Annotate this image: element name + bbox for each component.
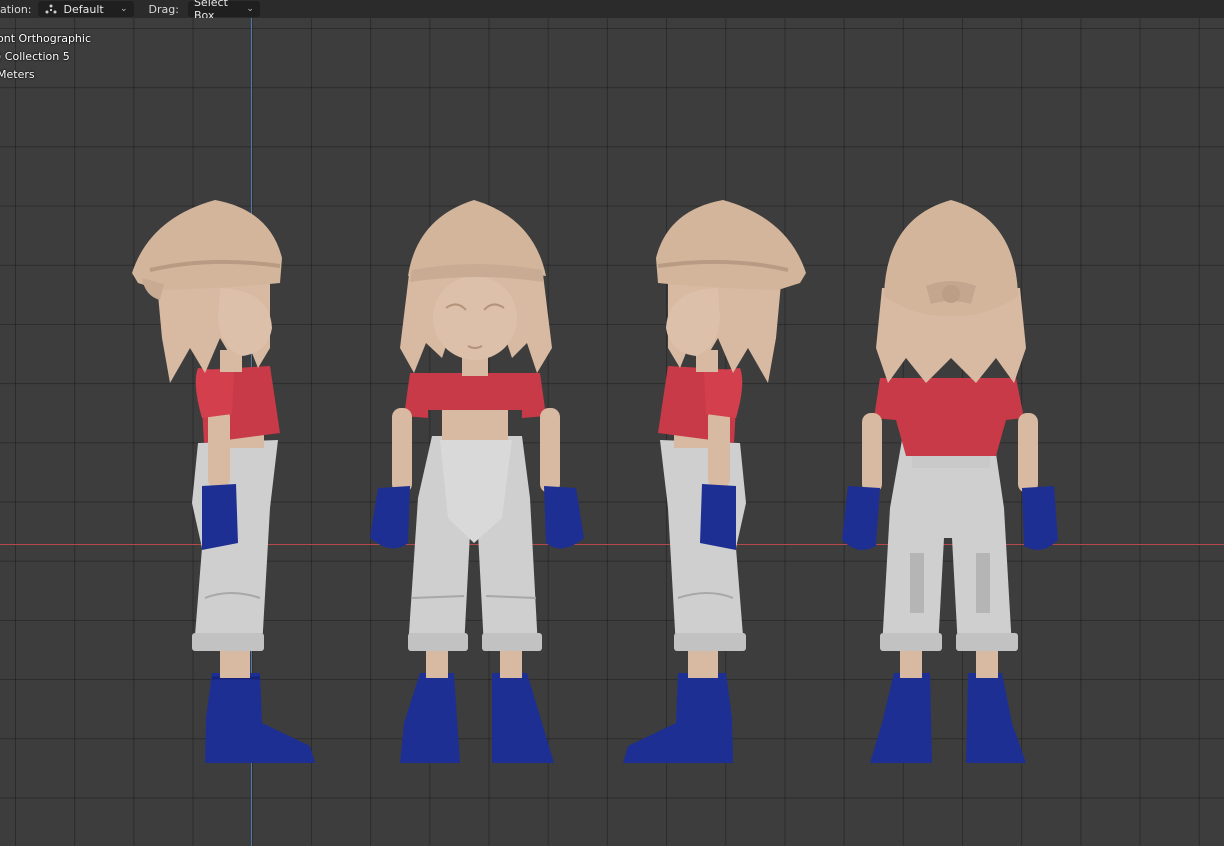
view-name-text: ont Orthographic xyxy=(0,32,92,45)
drag-label: Drag: xyxy=(148,2,179,16)
viewport-text-overlay: ont Orthographic ) Collection 5 Meters xyxy=(0,30,91,84)
drag-dropdown[interactable]: Select Box ⌄ xyxy=(187,0,260,22)
model-front-view[interactable] xyxy=(362,178,592,768)
model-side-left-view[interactable] xyxy=(120,178,330,768)
3d-viewport[interactable] xyxy=(0,18,1224,846)
transform-pivot-value: Default xyxy=(63,2,104,16)
collection-text: ) Collection 5 xyxy=(0,50,70,63)
pivot-point-icon xyxy=(45,4,57,14)
viewport-header: ation: Default ⌄ Drag: Select Box ⌄ xyxy=(0,0,1224,22)
transform-pivot-label: ation: xyxy=(0,2,32,16)
chevron-down-icon: ⌄ xyxy=(246,4,254,14)
units-text: Meters xyxy=(0,68,35,81)
chevron-down-icon: ⌄ xyxy=(119,4,128,14)
model-side-right-view[interactable] xyxy=(608,178,818,768)
model-back-view[interactable] xyxy=(836,178,1066,768)
transform-pivot-dropdown[interactable]: Default ⌄ xyxy=(37,1,134,17)
